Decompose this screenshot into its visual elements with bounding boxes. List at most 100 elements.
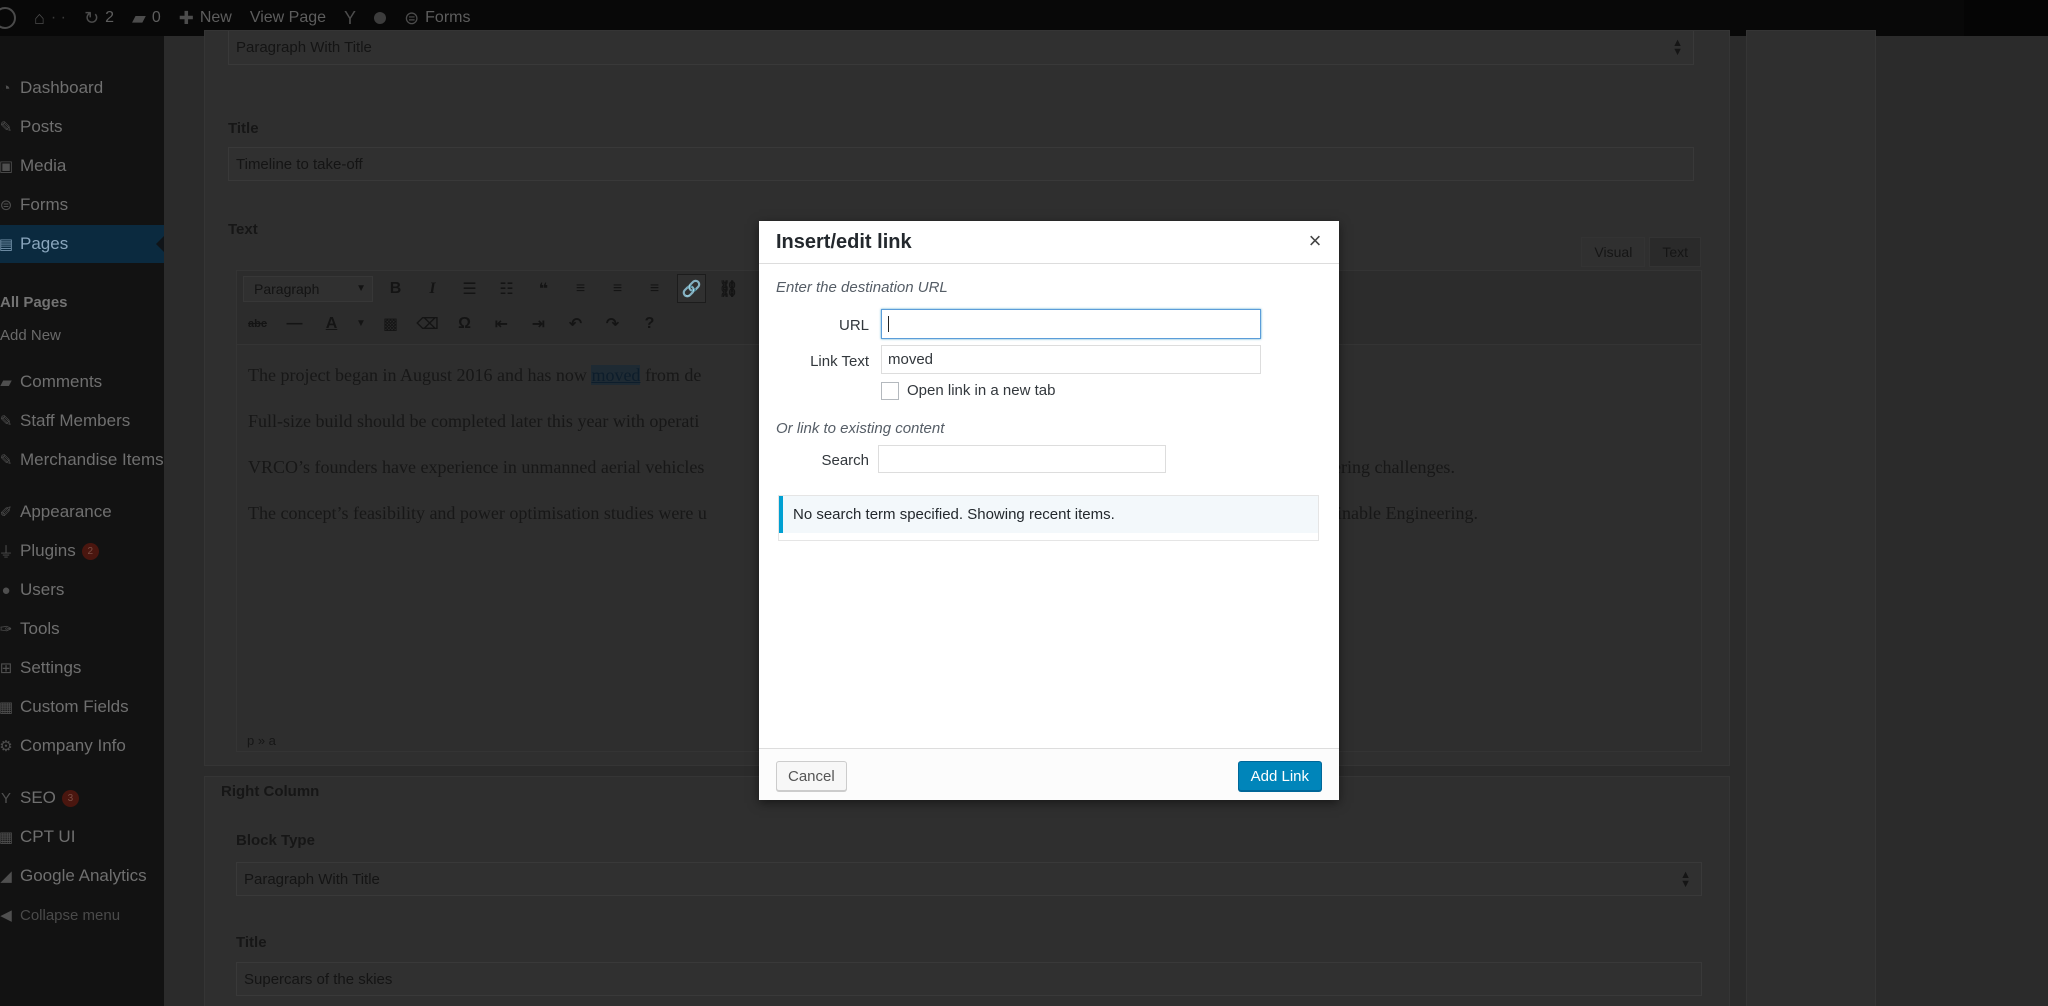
tab-visual[interactable]: Visual	[1581, 237, 1646, 267]
strikethrough-icon[interactable]: abc	[243, 309, 272, 338]
sidebar-item-comments[interactable]: ▰ Comments	[0, 363, 164, 401]
close-icon[interactable]: ×	[1301, 227, 1329, 255]
clear-formatting-icon[interactable]: ⌫	[413, 309, 442, 338]
sidebar-item-label: Custom Fields	[20, 697, 129, 716]
submenu-add-new[interactable]: Add New	[0, 327, 164, 344]
new-tab-checkbox[interactable]	[881, 382, 899, 400]
undo-icon[interactable]: ↶	[561, 309, 590, 338]
media-icon: ▣	[0, 158, 14, 175]
redo-icon[interactable]: ↷	[598, 309, 627, 338]
tab-text[interactable]: Text	[1649, 237, 1701, 267]
italic-icon[interactable]: I	[418, 274, 447, 303]
sidebar-item-users[interactable]: ● Users	[0, 571, 164, 609]
cancel-button[interactable]: Cancel	[776, 761, 847, 791]
sidebar-item-label: Settings	[20, 658, 82, 677]
bullet-list-icon[interactable]: ☰	[455, 274, 484, 303]
new-label: New	[199, 9, 232, 26]
destination-note: Enter the destination URL	[776, 279, 948, 296]
new-tab-label[interactable]: Open link in a new tab	[907, 382, 1055, 399]
sidebar-item-label: Appearance	[20, 502, 112, 521]
bold-icon[interactable]: B	[381, 274, 410, 303]
horizontal-line-icon[interactable]: —	[280, 309, 309, 338]
paintbrush-icon: ✐	[0, 504, 13, 521]
blockquote-icon[interactable]: ❝	[529, 274, 558, 303]
pin-icon: ✎	[0, 413, 13, 430]
help-icon[interactable]: ?	[635, 309, 664, 338]
sidebar-item-appearance[interactable]: ✐ Appearance	[0, 493, 164, 531]
paste-text-icon[interactable]: ▩	[376, 309, 405, 338]
sidebar-item-google-analytics[interactable]: ◢ Google Analytics	[0, 857, 164, 895]
numbered-list-icon[interactable]: ☷	[492, 274, 521, 303]
add-link-button[interactable]: Add Link	[1237, 761, 1322, 791]
view-page-link[interactable]: View Page	[250, 9, 326, 27]
insert-link-icon[interactable]: 🔗	[677, 274, 706, 303]
block-type-label: Block Type	[236, 832, 315, 849]
forms-link[interactable]: ⊜ Forms	[404, 8, 470, 29]
sidebar-item-label: Comments	[20, 372, 103, 391]
sidebar-item-merchandise-items[interactable]: ✎ Merchandise Items	[0, 441, 164, 479]
paragraph-text: The concept’s feasibility and power opti…	[248, 503, 707, 523]
unlink-icon[interactable]: ⛓	[714, 274, 743, 303]
url-input[interactable]	[881, 309, 1261, 339]
sidebar-item-plugins[interactable]: ⏚ Plugins 2	[0, 532, 164, 570]
align-left-icon[interactable]: ≡	[566, 274, 595, 303]
sidebar-item-custom-fields[interactable]: ▦ Custom Fields	[0, 688, 164, 726]
right-block-type-select[interactable]: Paragraph With Title ▲ ▼	[236, 862, 1702, 896]
align-right-icon[interactable]: ≡	[640, 274, 669, 303]
sidebar-item-tools[interactable]: ✑ Tools	[0, 610, 164, 648]
sidebar-item-seo[interactable]: Y SEO 3	[0, 779, 164, 817]
chevron-down-icon[interactable]: ▼	[354, 309, 368, 338]
text-color-icon[interactable]: A	[317, 309, 346, 338]
sidebar-item-media[interactable]: ▣ Media	[0, 147, 164, 185]
existing-content-note: Or link to existing content	[776, 420, 945, 437]
sidebar-item-forms[interactable]: ⊜ Forms	[0, 186, 164, 224]
link-text-value: moved	[888, 351, 934, 368]
paragraph-4: The concept’s feasibility and power opti…	[248, 503, 707, 524]
sidebar-item-posts[interactable]: ✎ Posts	[0, 108, 164, 146]
sidebar-item-label: Forms	[20, 195, 69, 214]
special-character-icon[interactable]: Ω	[450, 309, 479, 338]
wordpress-logo-icon[interactable]	[0, 7, 16, 29]
pages-icon: ▤	[0, 236, 14, 253]
url-label: URL	[838, 317, 869, 334]
link-text-input[interactable]: moved	[881, 345, 1261, 374]
search-results-list[interactable]: No search term specified. Showing recent…	[778, 495, 1319, 541]
admin-menu: ◔ Dashboard ✎ Posts ▣ Media ⊜ Forms ▤ Pages A…	[0, 36, 164, 1006]
sidebar-item-cpt-ui[interactable]: ▦ CPT UI	[0, 818, 164, 856]
paragraph-3-tail: eering challenges.	[1325, 457, 1455, 478]
title-input[interactable]: Timeline to take-off	[228, 147, 1694, 181]
forms-label: Forms	[425, 9, 471, 26]
new-content-link[interactable]: ✚ New	[179, 8, 232, 29]
refresh-icon: ↻	[83, 7, 100, 28]
plus-icon: ✚	[178, 7, 194, 28]
comments-link[interactable]: ▰ 0	[132, 8, 161, 29]
comment-icon: ▰	[0, 374, 12, 391]
paragraph-text: The project began in August 2016 and has…	[248, 365, 592, 385]
yoast-seo-icon[interactable]: Y	[344, 8, 356, 29]
block-type-select[interactable]: Paragraph With Title ▲ ▼	[228, 31, 1694, 65]
sidebar-item-company-info[interactable]: ⚙ Company Info	[0, 727, 164, 765]
submenu-all-pages[interactable]: All Pages	[0, 294, 164, 311]
paragraph-text: from de	[640, 365, 702, 385]
user-icon: ●	[1, 581, 11, 599]
sidebar-item-settings[interactable]: ⊞ Settings	[0, 649, 164, 687]
home-icon[interactable]: ⌂ · ·	[34, 8, 66, 29]
sidebar-item-dashboard[interactable]: ◔ Dashboard	[0, 69, 164, 107]
collapse-menu-button[interactable]: ◀ Collapse menu	[0, 896, 164, 934]
outdent-icon[interactable]: ⇤	[487, 309, 516, 338]
seo-badge: 3	[61, 789, 79, 807]
sidebar-item-pages[interactable]: ▤ Pages	[0, 225, 164, 263]
indent-icon[interactable]: ⇥	[524, 309, 553, 338]
updates-link[interactable]: ↻ 2	[84, 8, 114, 29]
sidebar-item-label: Tools	[20, 619, 60, 638]
align-center-icon[interactable]: ≡	[603, 274, 632, 303]
right-title-input[interactable]: Supercars of the skies	[236, 962, 1702, 996]
sidebar-item-staff-members[interactable]: ✎ Staff Members	[0, 402, 164, 440]
sidebar-item-label: Pages	[20, 234, 69, 253]
format-select[interactable]: Paragraph ▼	[243, 275, 373, 302]
sidebar-item-label: Users	[20, 580, 65, 599]
dialog-header: Insert/edit link ×	[759, 221, 1339, 264]
updates-count: 2	[105, 9, 114, 26]
sidebar-item-label: Staff Members	[20, 411, 131, 430]
search-input[interactable]	[878, 445, 1166, 473]
